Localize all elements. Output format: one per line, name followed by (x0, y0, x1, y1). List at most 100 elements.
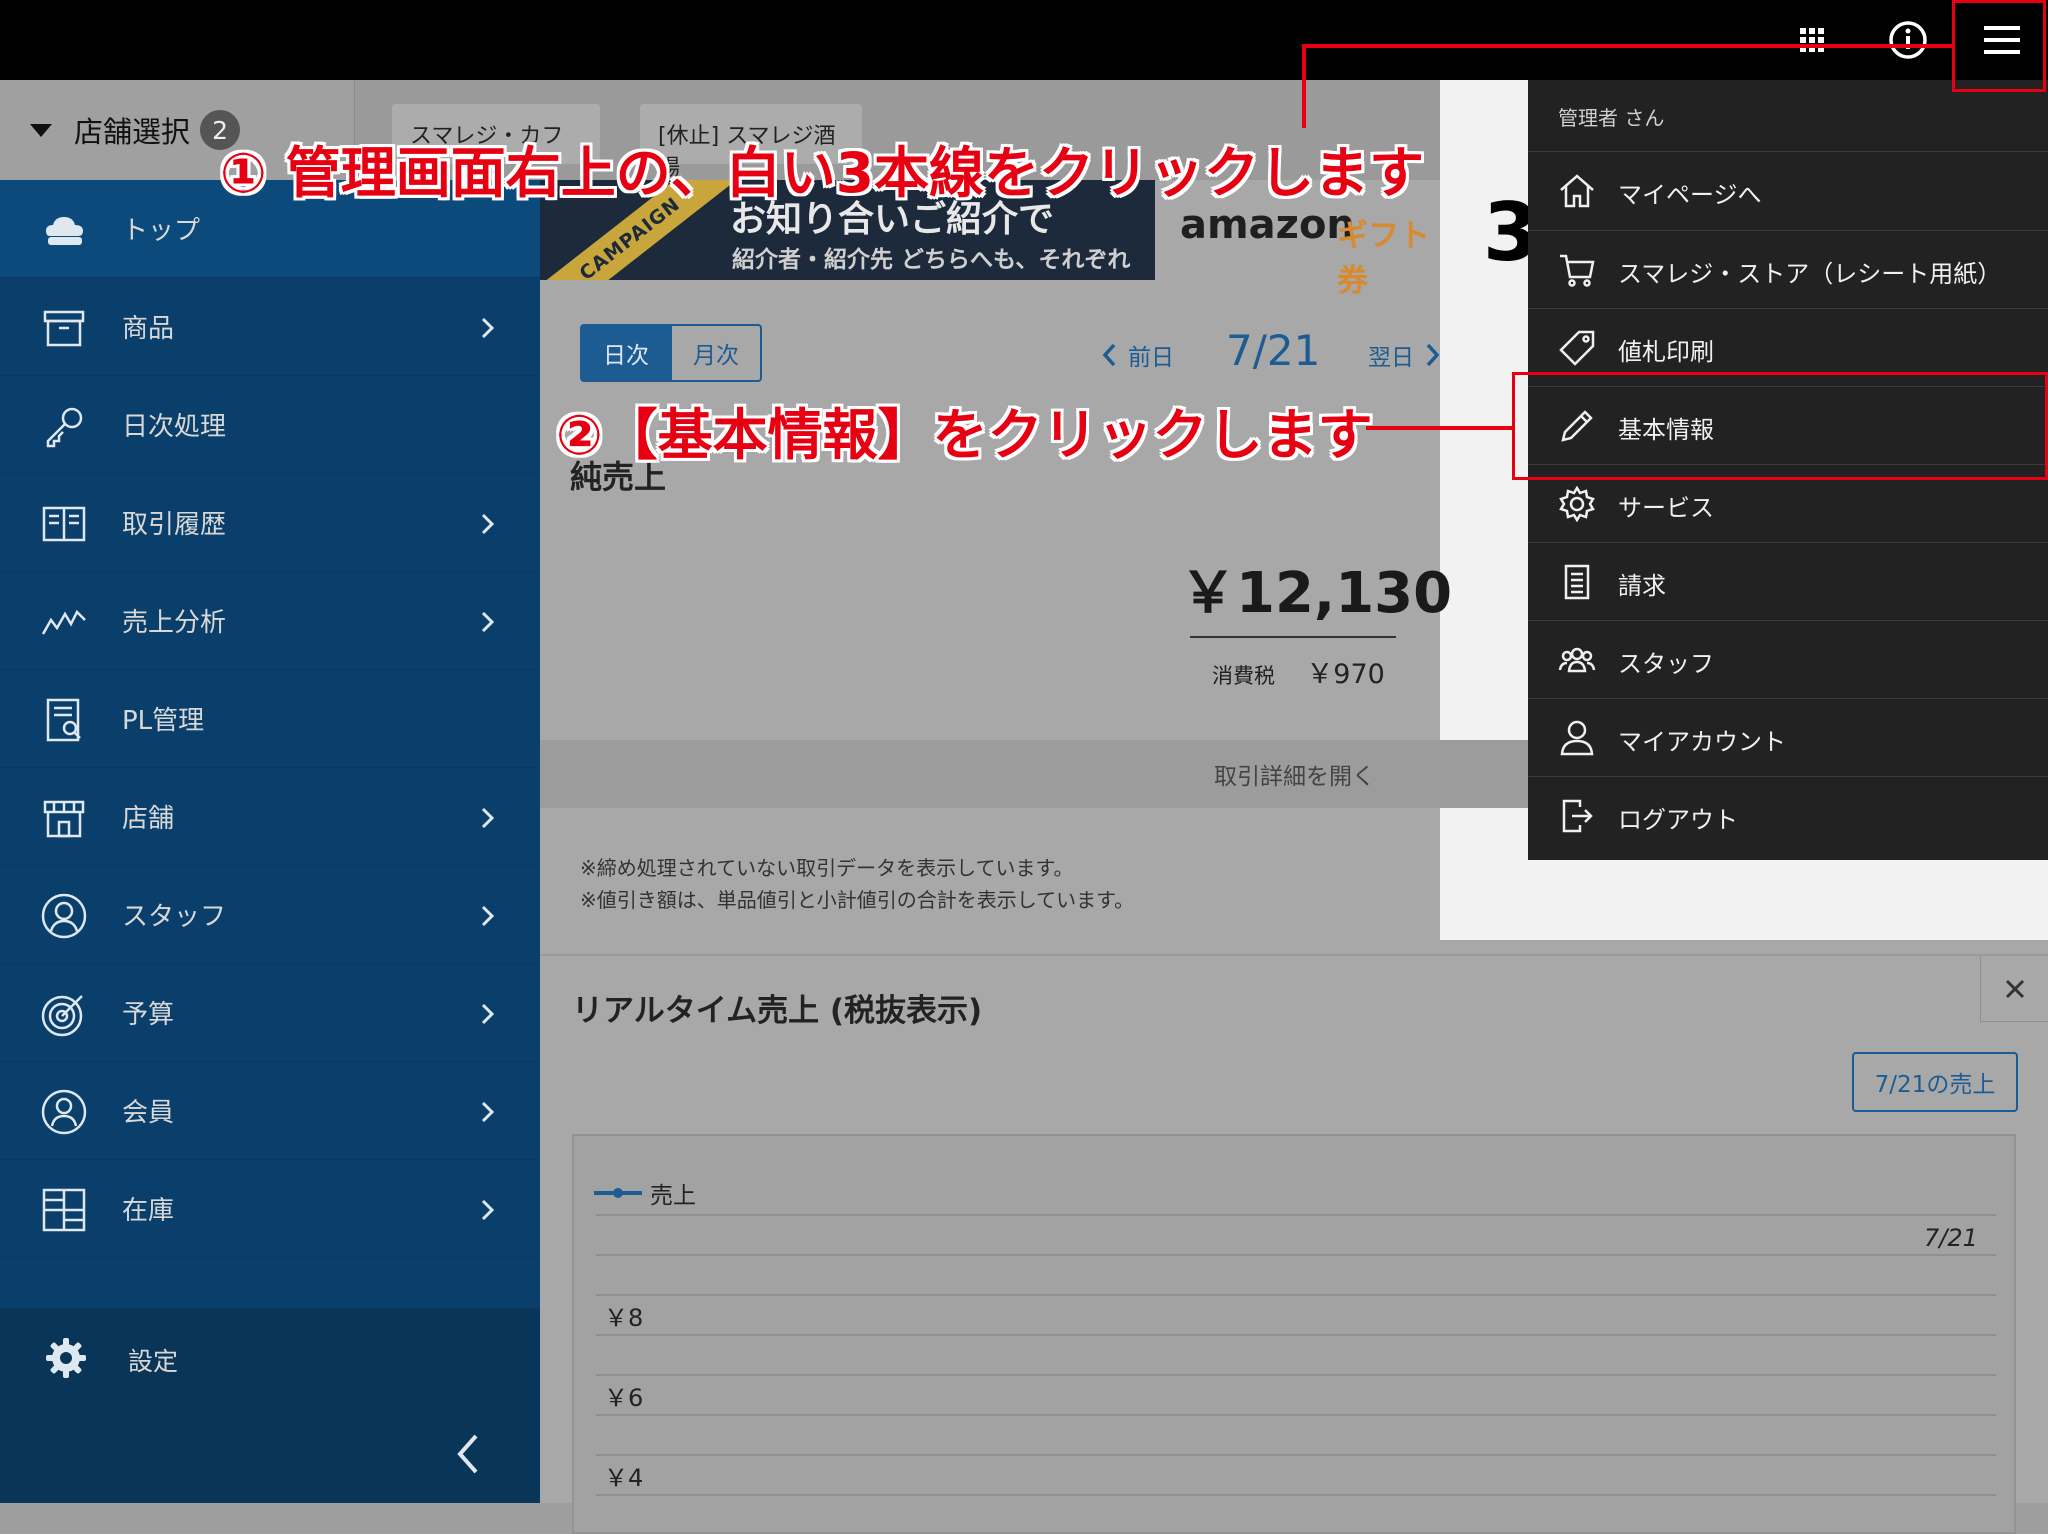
tag-icon (1558, 329, 1596, 367)
chevron-left-icon (1102, 343, 1116, 367)
gear-icon (1558, 485, 1596, 523)
sidebar-item-store[interactable]: 店舗 (0, 768, 540, 866)
section-divider (540, 954, 2048, 956)
y-tick: ￥6 (604, 1384, 644, 1412)
cloud-register-icon (40, 206, 88, 254)
gridline (596, 1494, 1996, 1496)
annotation-step1: ① 管理画面右上の、白い3本線をクリックします (220, 141, 1424, 205)
menu-item-label: ログアウト (1618, 806, 1738, 834)
logout-icon (1558, 797, 1596, 835)
note-discount: ※値引き額は、単品値引と小計値引の合計を表示しています。 (580, 888, 1135, 912)
menu-item-logout[interactable]: ログアウト (1528, 776, 2048, 854)
chevron-right-icon (1426, 343, 1440, 367)
menu-item-label: スマレジ・ストア（レシート用紙） (1618, 260, 2002, 288)
document-icon (1558, 563, 1596, 601)
realtime-sales-title: リアルタイム売上 (税抜表示) (572, 993, 983, 1029)
sidebar: トップ 商品 日次処理 取引履歴 売上分析 PL管理 店舗 スタッフ 予算 会員… (0, 180, 540, 1503)
legend-label: 売上 (650, 1183, 696, 1209)
caret-down-icon (30, 123, 52, 137)
sidebar-item-pl[interactable]: PL管理 (0, 670, 540, 768)
menu-user-name: 管理者 さん (1558, 106, 1665, 130)
cart-icon (1558, 251, 1596, 289)
menu-item-label: マイページへ (1618, 181, 1762, 209)
menu-item-my-account[interactable]: マイアカウント (1528, 698, 2048, 776)
sidebar-item-inventory[interactable]: 在庫 (0, 1160, 540, 1258)
note-unclosed: ※締め処理されていない取引データを表示しています。 (580, 856, 1074, 880)
apps-grid-icon[interactable] (1786, 14, 1838, 66)
sidebar-item-label: 売上分析 (122, 608, 227, 638)
sidebar-item-label: 会員 (122, 1098, 175, 1128)
gridline (596, 1374, 1996, 1376)
annotation-line (1302, 44, 1306, 128)
sidebar-item-daily[interactable]: 日次処理 (0, 376, 540, 474)
sidebar-item-label: スタッフ (122, 902, 227, 932)
gridline (596, 1294, 1996, 1296)
next-day-label: 翌日 (1368, 345, 1414, 371)
person-circle-icon (40, 892, 88, 940)
chevron-right-icon (478, 510, 498, 538)
book-icon (40, 500, 88, 548)
gridline (596, 1334, 1996, 1336)
realtime-chart: 売上 7/21 ￥8 ￥6 ￥4 (572, 1134, 2016, 1534)
sidebar-item-transactions[interactable]: 取引履歴 (0, 474, 540, 572)
settings-label: 設定 (128, 1347, 179, 1376)
details-toggle-label: 取引詳細を開く (1214, 764, 1375, 790)
chevron-right-icon (478, 902, 498, 930)
highlight-hamburger (1952, 0, 2046, 92)
chevron-left-icon[interactable] (452, 1432, 482, 1476)
annotation-step2: ②【基本情報】をクリックします (556, 403, 1373, 467)
next-day-button[interactable]: 翌日 (1368, 338, 1442, 372)
menu-item-mypage[interactable]: マイページへ (1528, 151, 2048, 229)
menu-item-label: 請求 (1618, 572, 1666, 600)
prev-day-label: 前日 (1128, 345, 1174, 371)
tab-monthly[interactable]: 月次 (670, 324, 762, 382)
annotation-line (1366, 426, 1512, 430)
menu-item-label: サービス (1618, 494, 1714, 522)
tax-row: 消費税 ￥970 (1212, 652, 1385, 691)
menu-item-label: 値札印刷 (1618, 338, 1714, 366)
close-button[interactable] (1980, 956, 2048, 1022)
prev-day-button[interactable]: 前日 (1100, 338, 1174, 372)
sidebar-item-products[interactable]: 商品 (0, 278, 540, 376)
transaction-details-toggle[interactable]: 取引詳細を開く (540, 740, 1540, 808)
chevron-right-icon (478, 1000, 498, 1028)
menu-item-staff[interactable]: スタッフ (1528, 620, 2048, 698)
chevron-right-icon (478, 314, 498, 342)
sidebar-item-label: 店舗 (122, 804, 175, 834)
date-sales-button[interactable]: 7/21の売上 (1852, 1052, 2018, 1112)
chevron-right-icon (478, 1196, 498, 1224)
sidebar-item-label: PL管理 (122, 706, 205, 736)
close-icon (2005, 979, 2025, 999)
y-tick: ￥8 (604, 1304, 644, 1332)
info-icon[interactable] (1882, 14, 1934, 66)
x-axis-label: 7/21 (1924, 1224, 1978, 1252)
tab-daily[interactable]: 日次 (580, 324, 672, 382)
member-icon (40, 1088, 88, 1136)
sidebar-item-budget[interactable]: 予算 (0, 964, 540, 1062)
menu-item-store[interactable]: スマレジ・ストア（レシート用紙） (1528, 230, 2048, 308)
annotation-line (1302, 44, 1952, 48)
store-icon (40, 794, 88, 842)
chevron-right-icon (478, 608, 498, 636)
sidebar-item-label: 取引履歴 (122, 510, 227, 540)
sidebar-item-sales-analysis[interactable]: 売上分析 (0, 572, 540, 670)
sidebar-item-settings[interactable]: 設定 (0, 1308, 540, 1408)
report-icon (40, 696, 88, 744)
sidebar-item-staff[interactable]: スタッフ (0, 866, 540, 964)
target-icon (40, 990, 88, 1038)
amazon-logo: amazon (1180, 202, 1355, 248)
inventory-grid-icon (40, 1186, 88, 1234)
box-icon (40, 304, 88, 352)
gridline (596, 1414, 1996, 1416)
amount-underline (1190, 636, 1396, 638)
sidebar-collapse[interactable] (0, 1408, 540, 1503)
sidebar-item-members[interactable]: 会員 (0, 1062, 540, 1160)
sidebar-item-label: 商品 (122, 314, 175, 344)
menu-item-billing[interactable]: 請求 (1528, 542, 2048, 620)
gridline (596, 1454, 1996, 1456)
highlight-basic-info (1512, 372, 2048, 480)
home-icon (1558, 172, 1596, 210)
chevron-right-icon (478, 1098, 498, 1126)
tax-value: ￥970 (1306, 659, 1385, 690)
gridline (596, 1254, 1996, 1256)
